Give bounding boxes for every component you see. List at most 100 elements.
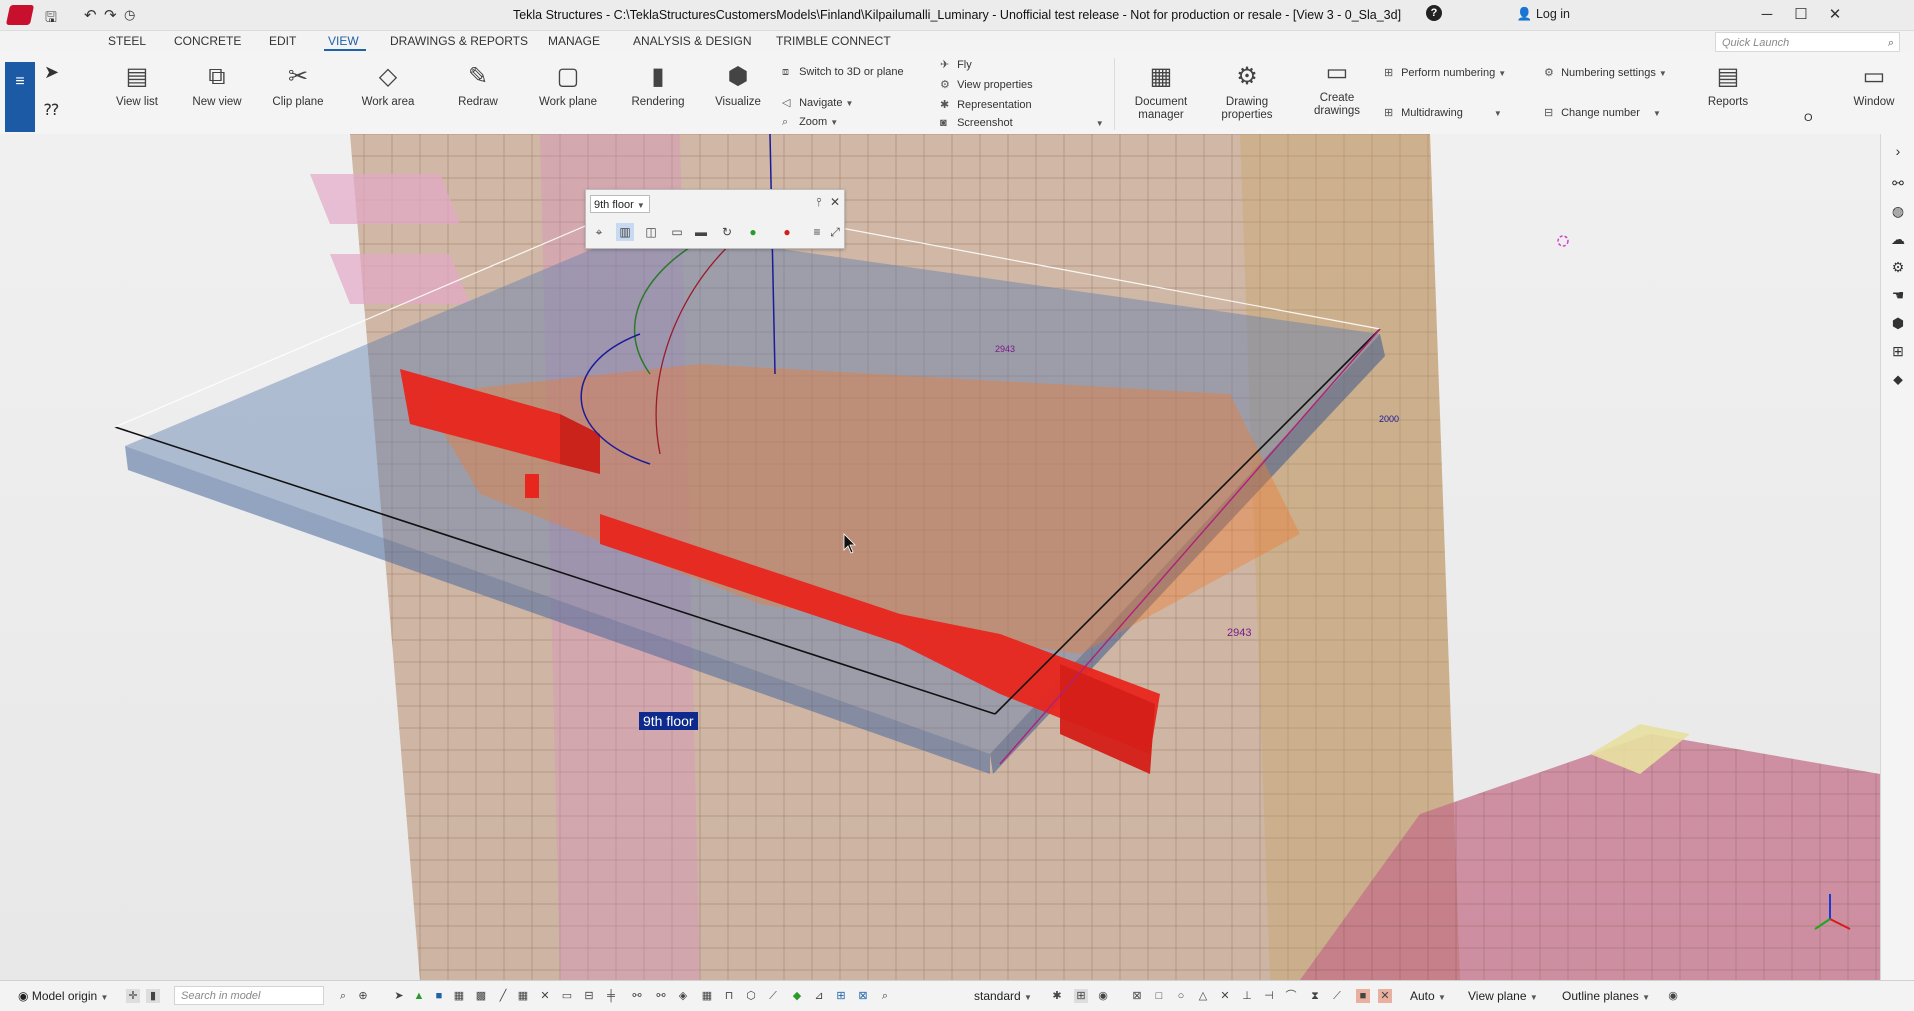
screenshot-button[interactable]: ◙ Screenshot ▼ — [940, 117, 1104, 129]
snap-extend-icon[interactable]: ⊣ — [1262, 989, 1276, 1003]
zoom-search-icon[interactable]: ⊕ — [356, 989, 370, 1003]
work-area-button[interactable]: ◇ Work area — [356, 62, 420, 109]
tag-icon[interactable]: ⬥ — [1889, 370, 1907, 388]
new-view-button[interactable]: ⧉ New view — [188, 62, 246, 109]
globe-icon[interactable]: ◍ — [1889, 202, 1907, 220]
menu-icon[interactable]: ≡ — [808, 223, 826, 241]
snap-object-icon[interactable]: ■ — [1356, 989, 1370, 1003]
snap-line-icon[interactable]: ⊓ — [722, 989, 736, 1003]
settings-icon[interactable]: ✱ — [1050, 989, 1064, 1003]
clip-plane-button[interactable]: ✂ Clip plane — [266, 62, 330, 109]
view-plane-select[interactable]: View plane ▼ — [1468, 989, 1538, 1003]
change-number-button[interactable]: ⊟ Change number ▼ — [1544, 106, 1661, 119]
reports-button[interactable]: ▤ Reports — [1700, 62, 1756, 109]
tab-manage[interactable]: MANAGE — [548, 34, 600, 48]
snap-free-icon[interactable]: ⬡ — [744, 989, 758, 1003]
standard-select[interactable]: standard ▼ — [974, 989, 1032, 1003]
snap-square-icon[interactable]: □ — [1152, 989, 1166, 1003]
snap-midpoint-icon[interactable]: ⚯ — [630, 989, 644, 1003]
tab-steel[interactable]: STEEL — [108, 34, 146, 48]
fly-button[interactable]: ✈ Fly — [940, 58, 972, 71]
snap-nearest-icon[interactable]: ⟋ — [766, 989, 780, 1003]
select-parts-icon[interactable]: ■ — [432, 989, 446, 1003]
connections-icon[interactable]: ⚯ — [1889, 174, 1907, 192]
model-viewport[interactable]: 9th floor ▼ ⫯ ✕ ⌖ ▥ ◫ ▭ ▬ ↻ ● ● ≡ ⤢ 9th … — [0, 134, 1880, 980]
redraw-button[interactable]: ✎ Redraw — [448, 62, 508, 109]
select-arrow-icon[interactable]: ➤ — [392, 989, 406, 1003]
cube-icon[interactable]: ⬢ — [1889, 314, 1907, 332]
snap-circle-icon[interactable]: ○ — [1174, 989, 1188, 1003]
3d-model-scene[interactable] — [0, 134, 1880, 980]
snap-geom-icon[interactable]: ⊿ — [812, 989, 826, 1003]
create-drawings-button[interactable]: ▭ Create drawings — [1306, 58, 1368, 118]
plane-rotate-icon[interactable]: ◫ — [642, 223, 660, 241]
select-grids-icon[interactable]: ▦ — [516, 989, 530, 1003]
filter-icon[interactable]: ⊞ — [1074, 989, 1088, 1003]
snap-grid-icon[interactable]: ▦ — [700, 989, 714, 1003]
zoom-button[interactable]: ⌕ Zoom ▼ — [782, 116, 838, 129]
select-cuts-icon[interactable]: ▭ — [560, 989, 574, 1003]
snap-mode-icon[interactable]: ▮ — [146, 989, 160, 1003]
cursor-mode-icon[interactable]: ✛ — [126, 989, 140, 1003]
select-assemblies-icon[interactable]: ▦ — [452, 989, 466, 1003]
search-icon[interactable]: ⌕ — [336, 989, 350, 1003]
numbering-settings-button[interactable]: ⚙ Numbering settings ▼ — [1544, 66, 1667, 79]
plane-view-icon[interactable]: ▭ — [668, 223, 686, 241]
close-button[interactable]: ✕ — [1820, 3, 1850, 27]
maximize-button[interactable]: ☐ — [1786, 3, 1816, 27]
help-icon[interactable]: ? — [1426, 5, 1442, 21]
tab-concrete[interactable]: CONCRETE — [174, 34, 241, 48]
check-icon[interactable]: ● — [744, 223, 762, 241]
tab-drawings-reports[interactable]: DRAWINGS & REPORTS — [390, 34, 528, 48]
select-planes-icon[interactable]: ⊟ — [582, 989, 596, 1003]
view-properties-button[interactable]: ⚙ View properties — [940, 78, 1033, 91]
work-plane-button[interactable]: ▢ Work plane — [534, 62, 602, 109]
tab-trimble-connect[interactable]: TRIMBLE CONNECT — [776, 34, 891, 48]
snap-perp-icon[interactable]: ⊥ — [1240, 989, 1254, 1003]
quick-launch-input[interactable]: Quick Launch ⌕ — [1715, 32, 1900, 52]
eye-icon[interactable]: ◉ — [1666, 989, 1680, 1003]
snap-plane-icon[interactable]: ⊠ — [856, 989, 870, 1003]
stop-icon[interactable]: ● — [778, 223, 796, 241]
rendering-button[interactable]: ▮ Rendering — [626, 62, 690, 109]
select-points-icon[interactable]: ╪ — [604, 989, 618, 1003]
chevron-right-icon[interactable]: › — [1889, 142, 1907, 160]
drawing-properties-button[interactable]: ⚙ Drawing properties — [1216, 62, 1278, 122]
close-icon[interactable]: ✕ — [826, 193, 844, 211]
window-button[interactable]: ▭ Window — [1846, 62, 1902, 109]
snap-end-icon[interactable]: ⚯ — [654, 989, 668, 1003]
select-objects-icon[interactable]: ▲ — [412, 989, 426, 1003]
view-list-button[interactable]: ▤ View list — [108, 62, 166, 109]
outline-planes-select[interactable]: Outline planes ▼ — [1562, 989, 1650, 1003]
snap-center-icon[interactable]: ◈ — [676, 989, 690, 1003]
model-origin-select[interactable]: ◉ Model origin ▼ — [18, 989, 108, 1003]
snap-arc-icon[interactable]: ⌒ — [1284, 989, 1298, 1003]
snap-object2-icon[interactable]: ✕ — [1378, 989, 1392, 1003]
query-icon[interactable]: ⁇ — [44, 100, 59, 120]
expand-icon[interactable]: ⤢ — [826, 223, 844, 241]
navigate-button[interactable]: ◁ Navigate ▼ — [782, 96, 853, 109]
settings-icon[interactable]: ⚙ — [1889, 258, 1907, 276]
snap-override-icon[interactable]: ⊞ — [834, 989, 848, 1003]
plane-align-icon[interactable]: ▬ — [692, 223, 710, 241]
snap-hourglass-icon[interactable]: ⧗ — [1308, 989, 1322, 1003]
login-link[interactable]: 👤 Log in — [1517, 7, 1570, 22]
select-components-icon[interactable]: ▩ — [474, 989, 488, 1003]
search-in-model-input[interactable]: Search in model — [174, 986, 324, 1005]
select-welds-icon[interactable]: ✕ — [538, 989, 552, 1003]
snap-triangle-icon[interactable]: △ — [1196, 989, 1210, 1003]
minimize-button[interactable]: ─ — [1752, 3, 1782, 27]
snap-ref-icon[interactable]: ◆ — [790, 989, 804, 1003]
perform-numbering-button[interactable]: ⊞ Perform numbering ▼ — [1384, 66, 1506, 79]
select-lines-icon[interactable]: ╱ — [496, 989, 510, 1003]
pick-tool-icon[interactable]: ⌖ — [590, 223, 608, 241]
work-plane-select[interactable]: 9th floor ▼ — [590, 195, 650, 213]
snap-diagonal-icon[interactable]: ⟋ — [1330, 989, 1344, 1003]
hand-icon[interactable]: ☚ — [1889, 286, 1907, 304]
snap-settings-icon[interactable]: ⌕ — [878, 989, 892, 1003]
eye-icon[interactable]: ◉ — [1096, 989, 1110, 1003]
tab-analysis-design[interactable]: ANALYSIS & DESIGN — [633, 34, 751, 48]
representation-button[interactable]: ✱ Representation — [940, 98, 1032, 111]
switch-3d-button[interactable]: ⧈ Switch to 3D or plane — [782, 66, 904, 79]
document-manager-button[interactable]: ▦ Document manager — [1130, 62, 1192, 122]
